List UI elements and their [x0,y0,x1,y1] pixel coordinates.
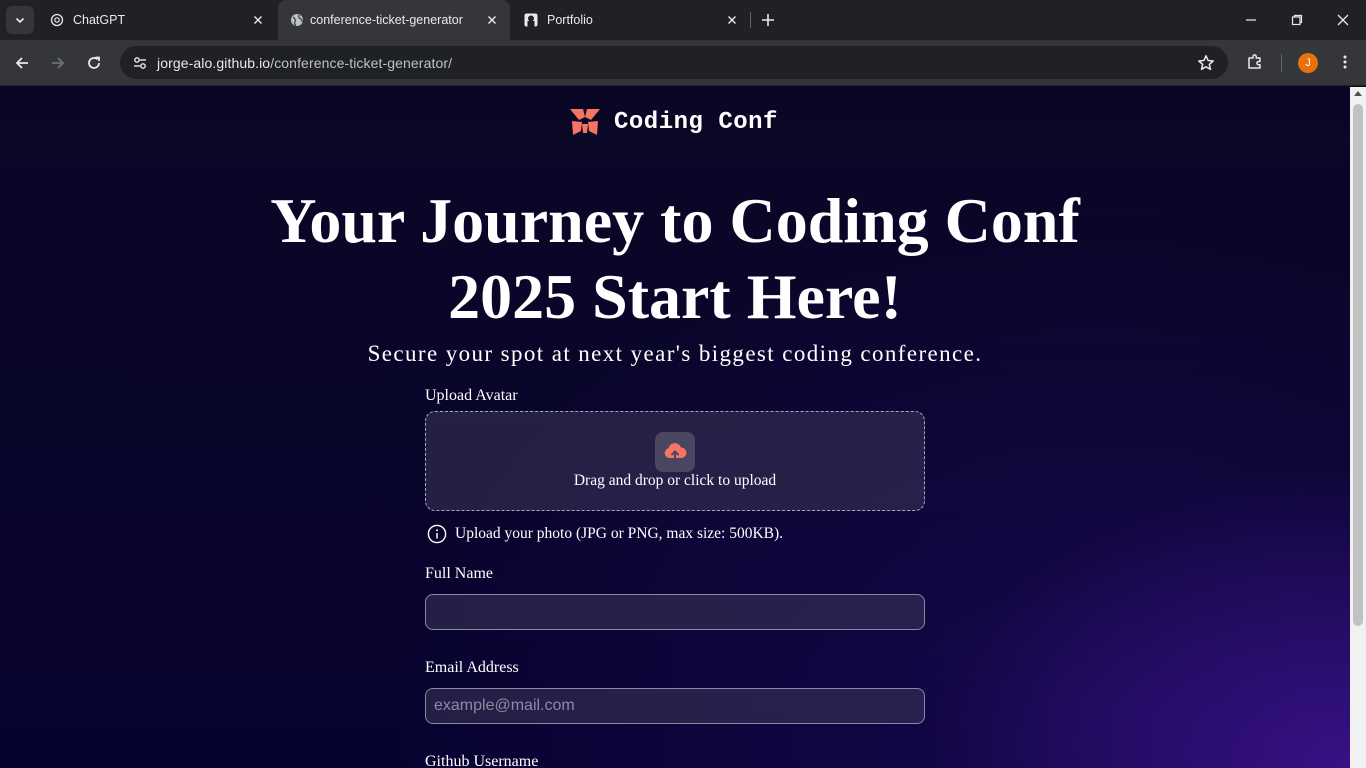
github-username-label: Github Username [425,753,539,768]
tab-separator [750,12,751,28]
arrow-right-icon [52,57,65,69]
page-scrollbar[interactable] [1350,87,1366,768]
back-button[interactable] [8,49,36,77]
globe-icon [291,14,303,26]
minimize-icon [1246,19,1256,21]
upload-icon-box [655,432,695,472]
tab-search-button[interactable] [6,6,34,34]
tune-icon [134,57,146,69]
email-input[interactable] [425,688,925,724]
extensions-button[interactable] [1243,50,1267,74]
puzzle-icon [1248,54,1261,69]
close-window-button[interactable] [1320,0,1366,40]
page-title: Your Journey to Coding Conf 2025 Start H… [270,185,1080,332]
plus-icon [762,14,774,26]
full-name-input[interactable] [425,594,925,630]
avatar-dropzone[interactable]: Drag and drop or click to upload [425,411,925,511]
browser-toolbar: jorge-alo.github.io/conference-ticket-ge… [0,40,1366,86]
arrow-left-icon [15,57,28,69]
dropzone-text: Drag and drop or click to upload [573,472,777,489]
close-icon[interactable] [484,12,500,28]
site-logo[interactable]: Coding Conf [570,107,778,137]
upload-hint-text: Upload your photo (JPG or PNG, max size:… [455,525,784,542]
url-path: /conference-ticket-generator/ [270,55,453,71]
tab-strip: ChatGPT conference-ticket-generator Port… [0,0,1366,40]
restore-button[interactable] [1274,0,1320,40]
tab-chatgpt[interactable]: ChatGPT [38,0,276,40]
url-text: jorge-alo.github.io/conference-ticket-ge… [157,55,452,71]
cloud-upload-icon [664,443,687,461]
logo-text: Coding Conf [614,108,778,136]
chatgpt-icon [50,13,64,27]
forward-button[interactable] [44,49,72,77]
site-info-button[interactable] [128,51,152,75]
bookmark-star-button[interactable] [1196,53,1216,73]
new-tab-button[interactable] [758,10,778,30]
page-subtitle: Secure your spot at next year's biggest … [367,341,983,366]
close-icon[interactable] [724,12,740,28]
more-vert-icon [1343,55,1347,69]
reload-button[interactable] [80,49,108,77]
coding-conf-logo-icon [570,109,600,135]
minimize-button[interactable] [1228,0,1274,40]
info-icon [427,524,447,544]
star-icon [1198,55,1214,71]
profile-avatar[interactable]: J [1298,53,1318,73]
scrollbar-thumb[interactable] [1353,104,1363,626]
scroll-up-arrow-icon[interactable] [1354,91,1362,96]
tab-title: conference-ticket-generator [310,13,463,27]
url-host: jorge-alo.github.io [157,55,271,71]
reload-icon [88,56,100,69]
restore-icon [1291,14,1303,26]
tab-title: ChatGPT [73,13,126,27]
close-icon[interactable] [250,12,266,28]
address-bar[interactable]: jorge-alo.github.io/conference-ticket-ge… [120,46,1228,79]
close-icon [1337,14,1349,26]
tab-conference-ticket-generator[interactable]: conference-ticket-generator [278,0,510,40]
upload-hint: Upload your photo (JPG or PNG, max size:… [427,524,783,544]
toolbar-separator [1281,54,1282,72]
tab-portfolio[interactable]: Portfolio [512,0,750,40]
upload-avatar-label: Upload Avatar [425,387,518,404]
browser-menu-button[interactable] [1333,50,1357,74]
email-label: Email Address [425,659,519,676]
page-viewport: Coding Conf Your Journey to Coding Conf … [0,87,1350,768]
tab-title: Portfolio [547,13,593,27]
full-name-label: Full Name [425,565,493,582]
chevron-down-icon [15,17,25,24]
portfolio-icon [524,13,538,27]
